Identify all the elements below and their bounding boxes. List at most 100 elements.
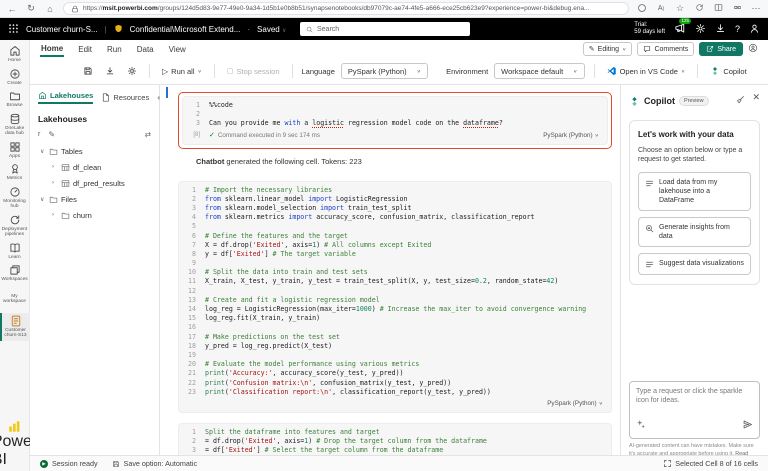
code-line[interactable]: 12 [179,287,611,296]
code-cell-split[interactable]: 1Split the dataframe into features and t… [178,423,612,455]
code-line[interactable]: 15log_reg.fit(X_train, y_train) [179,314,611,323]
switch-lakehouse-icon[interactable]: ⇄ [145,130,151,139]
sensitivity-label[interactable]: Confidential\Microsoft Extend... [130,25,241,34]
tab-data[interactable]: Data [136,43,155,56]
download-app-icon[interactable] [715,23,726,36]
cell-language-selector[interactable]: PySpark (Python)∨ [543,132,599,139]
tab-edit[interactable]: Edit [77,43,93,56]
send-icon[interactable] [742,419,753,433]
presence-icon[interactable] [748,43,758,55]
global-search-input[interactable]: Search [300,22,470,36]
run-all-button[interactable]: ▷ Run all ∨ [159,65,205,78]
sweep-icon[interactable] [735,92,745,110]
code-line[interactable]: 8y = df['Exited'] # The target variable [179,250,611,259]
code-line[interactable]: 9 [179,259,611,268]
code-line[interactable]: 3from sklearn.model_selection import tra… [179,204,611,213]
tree-node-df-pred-results[interactable]: › df_pred_results [30,175,159,191]
code-line[interactable]: 20# Evaluate the model performance using… [179,360,611,369]
code-line[interactable]: 3= df['Exited'] # Select the target colu… [179,446,611,455]
address-bar[interactable]: https://msit.powerbi.com/groups/124d5d83… [63,2,629,15]
code-cell-model[interactable]: 1# Import the necessary libraries2from s… [178,181,612,413]
sidebar-item-create[interactable]: Create [0,68,30,87]
share-button[interactable]: Share [699,42,743,56]
code-line[interactable]: 6# Define the features and the target [179,232,611,241]
extensions-icon[interactable] [731,3,743,14]
tree-node-df-clean[interactable]: › df_clean [30,159,159,175]
sidebar-item-metrics[interactable]: Metrics [0,163,30,182]
saved-status[interactable]: Saved ∨ [257,25,286,34]
back-icon[interactable]: ← [6,4,18,14]
code-line[interactable]: 18y_pred = log_reg.predict(X_test) [179,342,611,351]
read-aloud-icon[interactable]: A) [655,5,667,12]
code-line[interactable]: 11X_train, X_test, y_train, y_test = tra… [179,277,611,286]
browser-home-icon[interactable]: ⌂ [44,4,56,14]
code-line[interactable]: 14log_reg = LogisticRegression(max_iter=… [179,305,611,314]
tab-resources[interactable]: Resources [101,93,149,102]
code-line[interactable]: 7X = df.drop('Exited', axis=1) # All col… [179,241,611,250]
feedback-megaphone-icon[interactable]: 125 [674,22,686,36]
code-line[interactable]: 3Can you provide me with a logistic regr… [183,119,607,128]
tree-node-files[interactable]: ∨ Files [30,191,159,207]
code-line[interactable]: 16 [179,323,611,332]
tab-lakehouses[interactable]: Lakehouses [38,91,93,104]
open-in-vscode-button[interactable]: Open in VS Code ∨ [604,64,689,78]
comments-button[interactable]: Comments [637,42,694,56]
close-icon[interactable]: ✕ [752,92,760,110]
sidebar-item-workspaces[interactable]: Workspaces [0,264,30,283]
sparkle-icon[interactable] [636,419,646,433]
copilot-toolbar-button[interactable]: Copilot [707,64,749,78]
code-line[interactable]: 2from sklearn.linear_model import Logist… [179,195,611,204]
code-line[interactable]: 10# Split the data into train and test s… [179,268,611,277]
sidebar-item-deployment-pipelines[interactable]: Deployment pipelines [0,214,30,238]
option-suggest-visualizations-button[interactable]: Suggest data visualizations [638,253,751,275]
settings-gear-icon[interactable] [695,23,706,36]
stop-session-button[interactable]: ▢ Stop session [224,65,283,78]
code-line[interactable]: 17# Make predictions on the test set [179,333,611,342]
code-line[interactable]: 23print('Classification report:\n', clas… [179,388,611,397]
browser-menu-icon[interactable]: ⋯ [750,3,762,14]
edit-pencil-icon[interactable]: ✎ [48,130,55,139]
tab-view[interactable]: View [168,43,187,56]
notebook-canvas[interactable]: 1%%code2 3Can you provide me with a logi… [160,85,620,455]
help-icon[interactable]: ? [735,24,740,34]
code-line[interactable]: 21print('Accuracy:', accuracy_score(y_te… [179,369,611,378]
sidebar-item-learn[interactable]: Learn [0,242,30,261]
code-line[interactable]: 4from sklearn.metrics import accuracy_sc… [179,213,611,222]
favorites-icon[interactable]: ☆ [674,3,686,14]
settings-button[interactable] [124,64,140,78]
sidebar-item-my-workspace[interactable]: My workspace [0,293,30,305]
cell-language-selector[interactable]: PySpark (Python)∨ [547,400,603,407]
code-line[interactable]: 1%%code [183,101,607,110]
sidebar-item-browse[interactable]: Browse [0,90,30,109]
code-line[interactable]: 1Split the dataframe into features and t… [179,428,611,437]
tree-node-churn[interactable]: › churn [30,207,159,223]
environment-dropdown[interactable]: Workspace default∨ [494,63,584,79]
waffle-icon[interactable] [8,23,19,36]
option-load-data-button[interactable]: Load data from my lakehouse into a DataF… [638,172,751,211]
code-cell-magic[interactable]: 1%%code2 3Can you provide me with a logi… [182,96,608,145]
sidebar-item-monitoring-hub[interactable]: Monitoring hub [0,186,30,210]
code-line[interactable]: 5 [179,222,611,231]
code-line[interactable]: 22print('Confusion matrix:\n', confusion… [179,379,611,388]
code-line[interactable]: 13# Create and fit a logistic regression… [179,296,611,305]
tab-actions-icon[interactable] [636,3,648,15]
sidebar-item-onelake[interactable]: OneLake data hub [0,113,30,137]
code-line[interactable]: 19 [179,351,611,360]
save-option-status[interactable]: Save option: Automatic [112,459,198,468]
language-dropdown[interactable]: PySpark (Python)∨ [341,63,428,79]
copilot-prompt-input[interactable]: Type a request or click the sparkle icon… [629,381,760,439]
editing-mode-button[interactable]: ✎ Editing∨ [583,42,633,56]
collections-icon[interactable] [693,3,705,14]
sidebar-item-apps[interactable]: Apps [0,141,30,160]
code-line[interactable]: 1# Import the necessary libraries [179,186,611,195]
option-generate-insights-button[interactable]: Generate insights from data [638,217,751,247]
sidebar-item-current-notebook[interactable]: Customer churn-S13 [0,313,30,341]
split-screen-icon[interactable] [712,3,724,14]
tree-node-tables[interactable]: ∨ Tables [30,143,159,159]
tab-home[interactable]: Home [40,42,64,57]
code-line[interactable]: 2= df.drop('Exited', axis=1) # Drop the … [179,437,611,446]
tab-run[interactable]: Run [106,43,123,56]
export-button[interactable] [102,64,118,78]
account-icon[interactable] [749,23,760,36]
sidebar-item-home[interactable]: Home [0,45,30,64]
